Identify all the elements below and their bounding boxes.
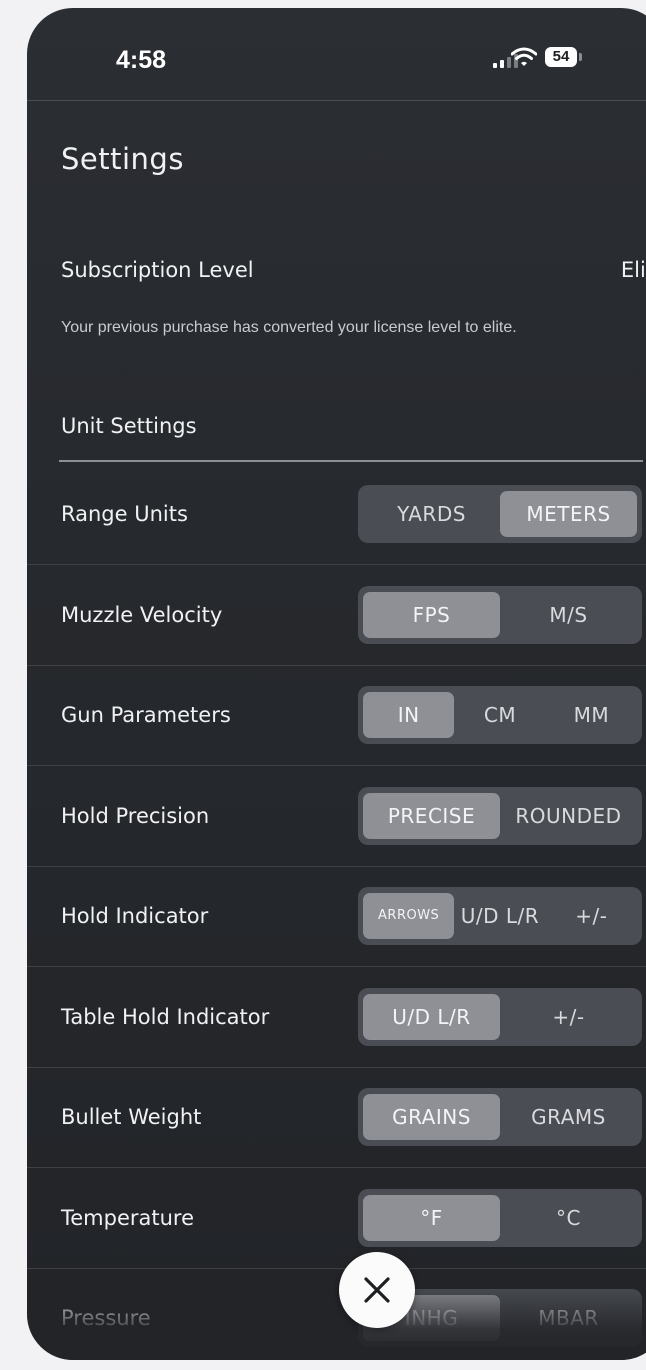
segment-option[interactable]: °C [500, 1195, 637, 1241]
setting-row-muzzle-velocity: Muzzle Velocity FPS M/S [27, 565, 646, 666]
segment-option[interactable]: M/S [500, 592, 637, 638]
status-bar: 4:58 54 [27, 8, 646, 100]
segment-option[interactable]: ARROWS [363, 893, 455, 939]
segment-option[interactable]: U/D L/R [363, 993, 500, 1040]
segment-option[interactable]: U/D L/R [454, 893, 545, 939]
segment-option[interactable]: ROUNDED [500, 793, 637, 839]
segmented-control-table-hold-indicator: U/D L/R +/- [358, 987, 642, 1046]
setting-label: Hold Indicator [61, 904, 209, 928]
status-time: 4:58 [116, 46, 167, 74]
header-divider [27, 100, 646, 101]
segment-option[interactable]: +/- [546, 893, 637, 939]
segmented-control-bullet-weight: GRAINS GRAMS [358, 1088, 642, 1146]
battery-icon: 54 [545, 47, 577, 67]
setting-label: Gun Parameters [61, 703, 231, 727]
segmented-control-hold-indicator: ARROWS U/D L/R +/- [358, 887, 642, 945]
segment-option[interactable]: PRECISE [363, 792, 500, 839]
setting-row-bullet-weight: Bullet Weight GRAINS GRAMS [27, 1067, 646, 1168]
segment-option[interactable]: GRAINS [363, 1094, 500, 1140]
subscription-note: Your previous purchase has converted you… [61, 319, 517, 336]
bottom-fade [27, 1284, 646, 1360]
segmented-control-range-units: YARDS METERS [358, 485, 642, 543]
segment-option[interactable]: +/- [500, 994, 637, 1040]
unit-settings-heading: Unit Settings [61, 414, 197, 438]
setting-row-table-hold-indicator: Table Hold Indicator U/D L/R +/- [27, 967, 646, 1068]
settings-screen: 4:58 54 Settings Subscription Level Elit… [27, 8, 646, 1360]
close-icon [364, 1277, 390, 1303]
page-title: Settings [61, 142, 184, 176]
setting-row-temperature: Temperature °F °C [27, 1168, 646, 1269]
setting-row-hold-precision: Hold Precision PRECISE ROUNDED [27, 766, 646, 867]
setting-label: Bullet Weight [61, 1105, 202, 1129]
subscription-value: Elite [620, 258, 646, 282]
segment-option[interactable]: YARDS [363, 491, 500, 537]
segment-option[interactable]: °F [363, 1194, 500, 1241]
segment-option[interactable]: GRAMS [500, 1094, 637, 1140]
segment-option[interactable]: IN [363, 692, 455, 738]
segment-option[interactable]: MM [546, 692, 637, 738]
setting-label: Hold Precision [61, 803, 210, 828]
wifi-icon [511, 47, 537, 66]
unit-settings-divider [59, 460, 643, 462]
setting-row-gun-parameters: Gun Parameters IN CM MM [27, 665, 646, 766]
close-button[interactable] [339, 1252, 415, 1328]
segment-option[interactable]: METERS [500, 491, 637, 537]
segment-option[interactable]: CM [454, 692, 545, 738]
subscription-label: Subscription Level [61, 258, 254, 282]
setting-row-range-units: Range Units YARDS METERS [27, 464, 646, 565]
segment-option[interactable]: FPS [363, 591, 500, 638]
setting-label: Muzzle Velocity [61, 602, 223, 627]
segmented-control-temperature: °F °C [358, 1188, 642, 1247]
setting-label: Table Hold Indicator [61, 1004, 270, 1029]
segmented-control-gun-parameters: IN CM MM [358, 686, 642, 744]
segmented-control-hold-precision: PRECISE ROUNDED [358, 786, 642, 845]
battery-tip [579, 53, 582, 61]
setting-row-hold-indicator: Hold Indicator ARROWS U/D L/R +/- [27, 866, 646, 967]
setting-label: Range Units [61, 502, 188, 526]
segmented-control-muzzle-velocity: FPS M/S [358, 585, 642, 644]
setting-label: Temperature [61, 1205, 195, 1230]
